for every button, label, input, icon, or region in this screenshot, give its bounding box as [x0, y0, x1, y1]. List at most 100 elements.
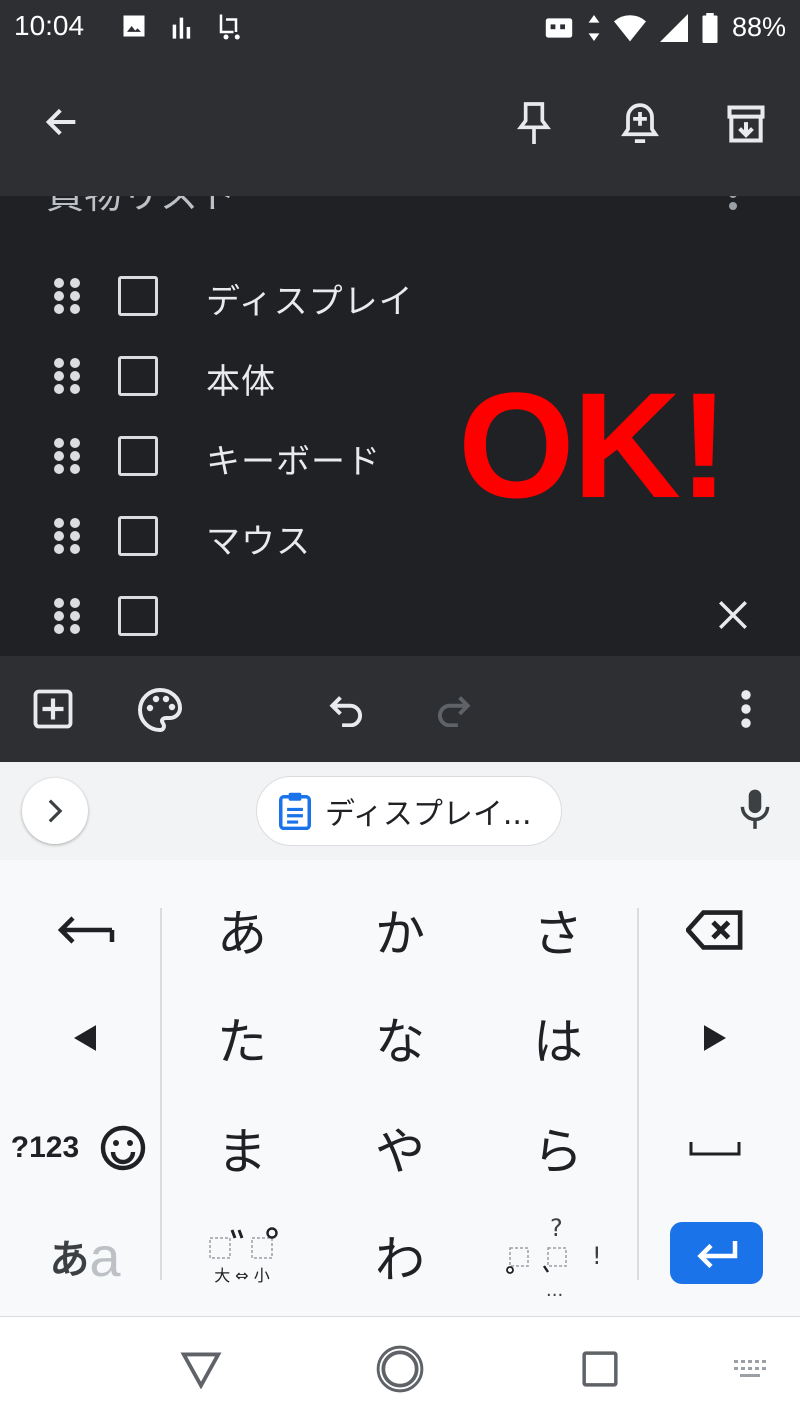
note-toolbar [0, 56, 800, 196]
system-nav-bar [0, 1316, 800, 1422]
nav-recents-square-icon [582, 1351, 618, 1387]
bell-plus-icon [621, 103, 659, 144]
suggestion-bar: ディスプレイ... [0, 762, 800, 860]
key-separator [637, 908, 639, 1280]
cell-signal-icon [659, 13, 688, 42]
key-ma[interactable]: ま [164, 1098, 320, 1198]
chevron-right-icon [48, 799, 63, 823]
clipboard-icon [279, 792, 311, 830]
note-title[interactable]: 買物リスト [46, 196, 236, 219]
palette-icon [138, 687, 183, 733]
punctuation-icon [506, 1247, 567, 1274]
space-key[interactable] [660, 1098, 770, 1198]
nav-back-triangle-icon [180, 1352, 222, 1389]
key-ra[interactable]: ら [480, 1098, 636, 1198]
redo-icon [437, 696, 471, 727]
enter-key[interactable] [670, 1222, 763, 1284]
item-checkbox[interactable] [118, 516, 158, 556]
arrow-back-key-icon [57, 916, 115, 944]
enter-arrow-icon [696, 1241, 737, 1268]
item-text[interactable]: キーボード [206, 434, 381, 483]
mode-switch-key[interactable]: あ a [30, 1206, 140, 1306]
key-wa[interactable]: わ [322, 1206, 478, 1306]
drag-handle-icon[interactable] [54, 518, 80, 554]
drag-handle-icon[interactable] [54, 278, 80, 314]
item-text[interactable]: ディスプレイ [206, 274, 414, 323]
key-ta[interactable]: た [164, 988, 320, 1088]
punct-exclaim: ! [592, 1242, 602, 1270]
note-bottom-toolbar [0, 656, 800, 762]
cursor-right-key[interactable] [660, 988, 770, 1088]
space-icon [689, 1142, 741, 1156]
backspace-icon [686, 910, 743, 950]
item-checkbox[interactable] [118, 276, 158, 316]
clipboard-suggestion-text: ディスプレイ... [325, 797, 532, 832]
cursor-left-key[interactable] [30, 988, 140, 1088]
expand-toolbar-button[interactable] [22, 778, 88, 844]
battery-icon [702, 12, 718, 43]
triangle-right-icon [704, 1025, 726, 1051]
clipboard-suggestion-chip[interactable]: ディスプレイ... [256, 776, 562, 846]
keyboard: ディスプレイ... ?123 あ a あ か さ た な は ま や ら 大 ⇔… [0, 762, 800, 1316]
undo-button[interactable] [322, 684, 372, 734]
punctuation-key[interactable]: ? ! ... [480, 1206, 636, 1306]
key-na[interactable]: な [322, 988, 478, 1088]
keyboard-switch-button[interactable] [730, 1355, 770, 1385]
undo-icon [329, 696, 363, 727]
item-text[interactable]: マウス [206, 514, 311, 563]
smiley-icon [100, 1125, 146, 1171]
close-icon[interactable] [716, 598, 750, 632]
dakuten-key[interactable]: 大 ⇔ 小 [164, 1206, 320, 1306]
nav-home-button[interactable] [374, 1343, 426, 1395]
more-vert-icon [741, 690, 751, 728]
ok-overlay-text: OK! [458, 361, 729, 529]
item-checkbox[interactable] [118, 356, 158, 396]
image-icon [123, 15, 145, 37]
more-options-button[interactable] [726, 684, 766, 734]
pin-icon [517, 102, 551, 144]
item-text[interactable]: 本体 [206, 354, 276, 403]
item-checkbox[interactable] [118, 596, 158, 636]
notes-icon [219, 14, 240, 40]
item-checkbox[interactable] [118, 436, 158, 476]
mic-icon[interactable] [738, 788, 772, 832]
checklist-item-active [0, 576, 800, 656]
palette-button[interactable] [134, 684, 186, 736]
punct-question: ? [550, 1214, 563, 1242]
numbers-key[interactable]: ?123 [0, 1098, 90, 1198]
nav-back-button[interactable] [176, 1347, 226, 1393]
key-ya[interactable]: や [322, 1098, 478, 1198]
undo-key[interactable] [30, 880, 140, 980]
wifi-icon [613, 14, 646, 41]
key-ka[interactable]: か [322, 880, 478, 980]
emoji-key[interactable] [94, 1098, 152, 1198]
pin-button[interactable] [508, 98, 560, 150]
nav-recents-button[interactable] [578, 1347, 622, 1391]
backspace-key[interactable] [660, 880, 770, 980]
arrow-back-icon [45, 108, 76, 136]
bar-chart-icon [172, 17, 191, 39]
key-separator [160, 908, 162, 1280]
triangle-left-icon [74, 1025, 96, 1051]
redo-button[interactable] [428, 684, 478, 734]
drag-handle-icon[interactable] [54, 598, 80, 634]
dakuten-sub-label: 大 ⇔ 小 [214, 1266, 270, 1285]
mode-hiragana-label: あ [49, 1237, 90, 1283]
back-button[interactable] [38, 98, 86, 146]
drag-handle-icon[interactable] [54, 358, 80, 394]
status-bar: 10:04 88% [0, 0, 800, 56]
drag-handle-icon[interactable] [54, 438, 80, 474]
nav-home-circle-icon [376, 1345, 424, 1393]
keyboard-icon [734, 1360, 766, 1377]
add-box-button[interactable] [30, 686, 76, 732]
key-ha[interactable]: は [480, 988, 636, 1088]
status-time: 10:04 [14, 10, 85, 41]
punct-more: ... [546, 1280, 564, 1301]
battery-percent: 88% [731, 12, 786, 42]
key-grid: ?123 あ a あ か さ た な は ま や ら 大 ⇔ 小 わ ? ! .… [0, 860, 800, 1316]
reminder-button[interactable] [614, 98, 666, 150]
key-sa[interactable]: さ [480, 880, 636, 980]
note-more-icon[interactable] [728, 196, 738, 212]
archive-button[interactable] [720, 98, 772, 150]
key-a[interactable]: あ [164, 880, 320, 980]
